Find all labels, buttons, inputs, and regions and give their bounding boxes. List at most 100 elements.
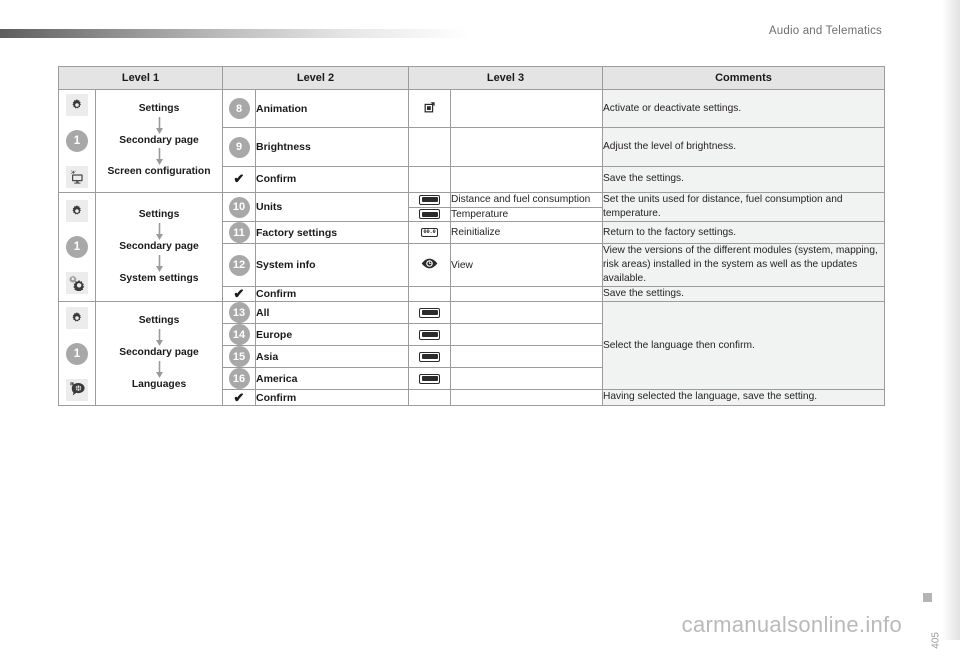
path-step: Settings bbox=[138, 315, 180, 327]
level3-icon-cell bbox=[408, 301, 451, 325]
column-header-comments: Comments bbox=[602, 66, 885, 90]
comment-cell: Having selected the language, save the s… bbox=[602, 389, 885, 406]
eye-icon bbox=[421, 258, 438, 272]
level3-label: View bbox=[450, 243, 603, 288]
level2-number-cell: 14 bbox=[222, 323, 256, 347]
path-step: Screen configuration bbox=[107, 166, 211, 178]
level2-step-badge: 10 bbox=[228, 196, 250, 218]
column-header-level-3: Level 3 bbox=[408, 66, 603, 90]
table-row: 1 bbox=[58, 191, 885, 303]
column-header-level-2: Level 2 bbox=[222, 66, 409, 90]
level2-label: Confirm bbox=[255, 165, 409, 194]
level2-label: All bbox=[255, 301, 409, 325]
table-body: 1 Settings Secondary page Screen configu… bbox=[58, 88, 885, 406]
bar-toggle-icon bbox=[419, 329, 440, 340]
level3-label bbox=[450, 286, 603, 303]
level1-path-screen-configuration: Settings Secondary page Screen configura… bbox=[95, 89, 223, 193]
table-header-row: Level 1 Level 2 Level 3 Comments bbox=[58, 66, 885, 90]
digit-display-icon: 00.0 bbox=[421, 228, 438, 237]
header-gradient-rule bbox=[0, 29, 470, 38]
page-number: 405 bbox=[931, 632, 942, 649]
level2-step-badge: 11 bbox=[228, 222, 250, 244]
level3-label: Distance and fuel consumption bbox=[450, 192, 603, 208]
level3-icon-cell: 00.0 bbox=[408, 221, 451, 245]
level3-label bbox=[450, 88, 603, 129]
comment-cell: Save the settings. bbox=[602, 165, 885, 194]
level3-label bbox=[450, 323, 603, 347]
check-icon: ✔ bbox=[233, 389, 245, 405]
level1-path-system-settings: Settings Secondary page System settings bbox=[95, 191, 223, 303]
arrow-down-icon bbox=[155, 222, 163, 240]
level2-label: Animation bbox=[255, 88, 409, 129]
arrow-down-icon bbox=[155, 148, 163, 166]
level3-icon-cell bbox=[408, 345, 451, 369]
watermark-text: carmanualsonline.info bbox=[681, 612, 902, 637]
gear-icon bbox=[66, 200, 88, 223]
folio-marker bbox=[923, 593, 932, 602]
level2-number-cell: 11 bbox=[222, 221, 256, 245]
level1-badge-number: 1 bbox=[66, 130, 88, 152]
level1-badge-number: 1 bbox=[66, 342, 88, 365]
level2-confirm-icon-cell: ✔ bbox=[222, 389, 256, 406]
level3-icon-cell bbox=[408, 206, 451, 223]
system-settings-icon bbox=[66, 272, 88, 295]
settings-matrix-table-wrapper: Level 1 Level 2 Level 3 Comments 1 Setti… bbox=[58, 66, 885, 406]
languages-icon: F bbox=[66, 378, 88, 401]
level2-step-badge: 8 bbox=[228, 98, 250, 120]
comment-cell: Select the language then confirm. bbox=[602, 301, 885, 391]
level2-number-cell: 16 bbox=[222, 367, 256, 391]
level3-icon-cell bbox=[408, 165, 451, 194]
bar-toggle-icon bbox=[419, 307, 440, 318]
bar-toggle-icon bbox=[419, 373, 440, 384]
level2-label: Europe bbox=[255, 323, 409, 347]
comment-cell: Save the settings. bbox=[602, 286, 885, 303]
path-step: Secondary page bbox=[119, 347, 199, 359]
page-right-edge-shadow bbox=[942, 0, 960, 640]
level2-label: Confirm bbox=[255, 286, 409, 303]
arrow-down-icon bbox=[155, 254, 163, 272]
arrow-down-icon bbox=[155, 360, 163, 378]
level2-label: America bbox=[255, 367, 409, 391]
arrow-down-icon bbox=[155, 329, 163, 347]
level2-confirm-icon-cell: ✔ bbox=[222, 286, 256, 303]
level3-label bbox=[450, 345, 603, 369]
level2-label: Brightness bbox=[255, 127, 409, 167]
level2-label: Confirm bbox=[255, 389, 409, 406]
level3-label bbox=[450, 389, 603, 406]
check-icon: ✔ bbox=[233, 286, 245, 302]
level2-step-badge: 14 bbox=[228, 324, 250, 346]
gear-icon bbox=[66, 94, 88, 116]
bar-toggle-icon bbox=[419, 351, 440, 362]
level3-label bbox=[450, 301, 603, 325]
level3-icon-cell bbox=[408, 127, 451, 167]
level2-label: Factory settings bbox=[255, 221, 409, 245]
table-head: Level 1 Level 2 Level 3 Comments bbox=[58, 66, 885, 90]
level3-icon-cell bbox=[408, 286, 451, 303]
level2-label: System info bbox=[255, 243, 409, 288]
table-row: 1 bbox=[58, 301, 885, 406]
path-step: Secondary page bbox=[119, 240, 199, 252]
level3-icon-cell bbox=[408, 243, 451, 288]
level3-label bbox=[450, 367, 603, 391]
column-header-level-1: Level 1 bbox=[58, 66, 223, 90]
level2-number-cell: 13 bbox=[222, 301, 256, 325]
level1-badge-number: 1 bbox=[66, 236, 88, 259]
level2-label: Units bbox=[255, 191, 409, 223]
comment-cell: Return to the factory settings. bbox=[602, 221, 885, 245]
check-icon: ✔ bbox=[233, 171, 245, 187]
level2-step-badge: 15 bbox=[228, 346, 250, 368]
level1-icon-stack-system-settings: 1 bbox=[58, 191, 96, 303]
screen-configuration-icon bbox=[66, 166, 88, 188]
level2-step-badge: 13 bbox=[228, 302, 250, 324]
path-step: Settings bbox=[138, 102, 180, 114]
bar-toggle-icon bbox=[419, 194, 440, 205]
level2-number-cell: 9 bbox=[222, 127, 256, 167]
path-step: Languages bbox=[131, 378, 187, 390]
manual-page: Audio and Telematics Level 1 Level 2 Lev… bbox=[0, 0, 960, 649]
comment-cell: View the versions of the different modul… bbox=[602, 243, 885, 288]
comment-cell: Adjust the level of brightness. bbox=[602, 127, 885, 167]
level2-number-cell: 12 bbox=[222, 243, 256, 288]
comment-cell: Activate or deactivate settings. bbox=[602, 88, 885, 129]
level2-number-cell: 10 bbox=[222, 191, 256, 223]
gear-icon bbox=[66, 306, 88, 329]
